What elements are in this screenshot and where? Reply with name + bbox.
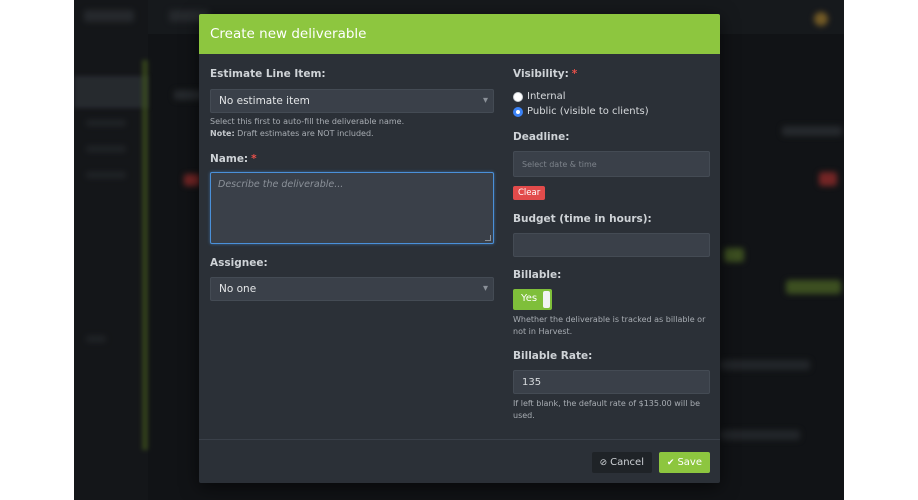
name-label: Name: * — [210, 153, 257, 165]
assignee-select[interactable]: No one ▾ — [210, 277, 494, 301]
required-asterisk: * — [571, 68, 578, 80]
name-placeholder: Describe the deliverable... — [218, 179, 344, 190]
assignee-label: Assignee: — [210, 257, 268, 269]
visibility-option-internal[interactable]: Internal — [513, 89, 710, 104]
estimate-help: Select this first to auto-fill the deliv… — [210, 117, 405, 138]
billable-help: Whether the deliverable is tracked as bi… — [513, 315, 706, 336]
billable-rate-label: Billable Rate: — [513, 350, 593, 362]
billable-toggle-label: Yes — [521, 293, 538, 304]
visibility-option-public[interactable]: Public (visible to clients) — [513, 104, 710, 119]
caret-down-icon: ▾ — [482, 283, 488, 294]
toggle-knob — [543, 291, 550, 308]
cancel-button[interactable]: ⊘ Cancel — [591, 452, 652, 473]
estimate-line-item-select[interactable]: No estimate item ▾ — [210, 89, 494, 113]
modal-title: Create new deliverable — [210, 26, 367, 42]
deadline-input[interactable]: Select date & time — [513, 151, 710, 177]
modal-header: Create new deliverable — [199, 14, 720, 54]
right-column: Visibility: * Internal Public (visible to… — [513, 68, 710, 422]
caret-down-icon: ▾ — [482, 95, 488, 106]
modal-footer: ⊘ Cancel ✔ Save — [199, 439, 720, 483]
create-deliverable-modal: Create new deliverable Estimate Line Ite… — [199, 14, 720, 483]
name-textarea[interactable]: Describe the deliverable... — [210, 172, 494, 244]
left-column: Estimate Line Item: No estimate item ▾ S… — [210, 68, 494, 301]
budget-label: Budget (time in hours): — [513, 213, 652, 225]
estimate-line-item-label: Estimate Line Item: — [210, 68, 326, 80]
visibility-label: Visibility: * — [513, 68, 578, 80]
billable-rate-help: If left blank, the default rate of $135.… — [513, 399, 700, 420]
billable-label: Billable: — [513, 269, 562, 281]
billable-toggle[interactable]: Yes — [513, 289, 552, 310]
billable-rate-input[interactable]: 135 — [513, 370, 710, 394]
save-button[interactable]: ✔ Save — [658, 452, 710, 473]
resize-handle-icon[interactable] — [485, 235, 491, 241]
clear-deadline-button[interactable]: Clear — [513, 186, 546, 200]
ban-icon: ⊘ — [599, 457, 608, 468]
check-icon: ✔ — [666, 457, 675, 468]
estimate-select-value: No estimate item — [219, 95, 310, 107]
budget-input[interactable] — [513, 233, 710, 257]
deadline-label: Deadline: — [513, 131, 570, 143]
required-asterisk: * — [251, 153, 257, 165]
radio-checked-icon[interactable] — [513, 106, 523, 117]
visibility-radio-group: Internal Public (visible to clients) — [513, 89, 710, 119]
assignee-select-value: No one — [219, 283, 257, 295]
radio-unchecked-icon[interactable] — [513, 91, 523, 102]
